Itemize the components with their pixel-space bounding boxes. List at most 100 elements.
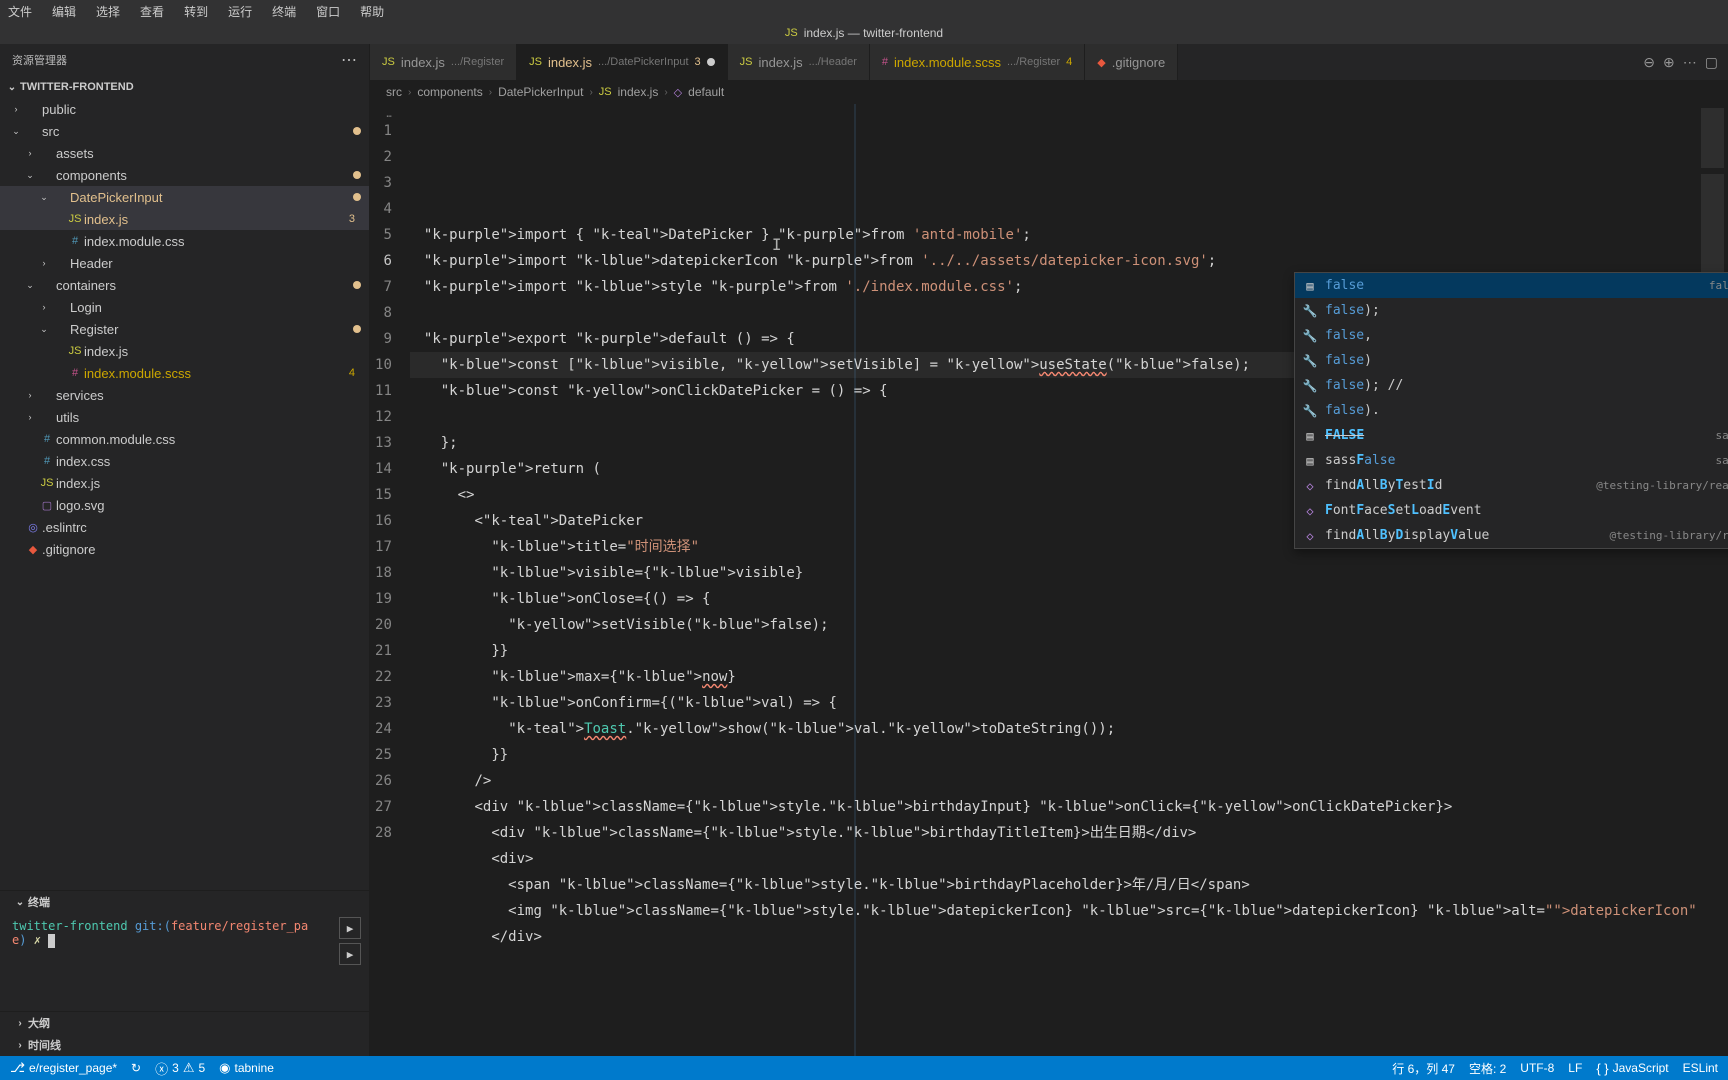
tree-item-label: services	[56, 388, 361, 403]
tree-item-label: common.module.css	[56, 432, 361, 447]
suggest-item[interactable]: 🔧false); //	[1295, 373, 1728, 398]
menu-view[interactable]: 查看	[140, 3, 164, 20]
tab-action-icon[interactable]: ⊖	[1643, 54, 1655, 71]
sb-spaces[interactable]: 空格: 2	[1469, 1060, 1506, 1077]
tree-item[interactable]: ›services	[0, 384, 369, 406]
tree-item-label: utils	[56, 410, 361, 425]
menu-terminal[interactable]: 终端	[272, 3, 296, 20]
menu-run[interactable]: 运行	[228, 3, 252, 20]
tree-item[interactable]: ⌄containers	[0, 274, 369, 296]
tree-item[interactable]: ⌄Register	[0, 318, 369, 340]
tree-item-label: Login	[70, 300, 361, 315]
tree-item-label: index.module.css	[84, 234, 361, 249]
tree-item[interactable]: ◆.gitignore	[0, 538, 369, 560]
breadcrumbs[interactable]: src› components› DatePickerInput› JS ind…	[370, 80, 1728, 104]
project-header[interactable]: ⌄ TWITTER-FRONTEND	[0, 76, 369, 98]
sb-tabnine[interactable]: ◉ tabnine	[219, 1060, 274, 1076]
tab-action-icon[interactable]: ▢	[1705, 54, 1718, 71]
chevron-down-icon: ⌄	[4, 82, 20, 93]
suggest-item[interactable]: ▤sassFalsesass	[1295, 448, 1728, 473]
tab-action-icon[interactable]: ⋯	[1683, 54, 1697, 71]
suggest-wrench-icon: 🔧	[1301, 373, 1319, 399]
tab-action-icon[interactable]: ⊕	[1663, 54, 1675, 71]
statusbar: ⎇ e/register_page* ↻ ⓧ3 ⚠5 ◉ tabnine 行 6…	[0, 1056, 1728, 1080]
suggest-item[interactable]: 🔧false)	[1295, 348, 1728, 373]
js-icon: JS	[66, 213, 84, 225]
outline-header[interactable]: ›大纲	[0, 1012, 369, 1034]
tree-item[interactable]: ›Header	[0, 252, 369, 274]
tree-item[interactable]: ⌄DatePickerInput	[0, 186, 369, 208]
sb-branch[interactable]: ⎇ e/register_page*	[10, 1060, 117, 1076]
suggest-item[interactable]: ◇findAllByDisplayValue@testing-library/r…	[1295, 523, 1728, 548]
eslint-icon: ◎	[24, 521, 42, 534]
sb-encoding[interactable]: UTF-8	[1520, 1061, 1554, 1075]
tree-item[interactable]: ›public	[0, 98, 369, 120]
editor-tab[interactable]: JSindex.js.../Header	[728, 44, 870, 80]
editor-tab[interactable]: #index.module.scss.../Register4	[870, 44, 1085, 80]
tree-item[interactable]: ›Login	[0, 296, 369, 318]
suggest-item[interactable]: ◇findAllByTestId@testing-library/react	[1295, 473, 1728, 498]
css-icon: #	[38, 433, 56, 445]
terminal-kill-icon[interactable]: ▶	[339, 917, 361, 939]
tree-item-label: .gitignore	[42, 542, 361, 557]
js-icon: JS	[38, 477, 56, 489]
tree-item[interactable]: #common.module.css	[0, 428, 369, 450]
menu-edit[interactable]: 编辑	[52, 3, 76, 20]
tree-item[interactable]: ◎.eslintrc	[0, 516, 369, 538]
menu-file[interactable]: 文件	[8, 3, 32, 20]
indent-ruler	[854, 104, 856, 1056]
suggest-item[interactable]: ▤falsefalse	[1295, 273, 1728, 298]
dirty-indicator-icon	[707, 58, 715, 66]
minimap[interactable]	[1697, 104, 1728, 1056]
sb-problems[interactable]: ⓧ3 ⚠5	[155, 1059, 205, 1078]
tree-item[interactable]: JSindex.js3	[0, 208, 369, 230]
tree-item[interactable]: ⌄src	[0, 120, 369, 142]
tree-item[interactable]: ›utils	[0, 406, 369, 428]
menu-window[interactable]: 窗口	[316, 3, 340, 20]
suggest-item[interactable]: 🔧false,	[1295, 323, 1728, 348]
suggest-widget[interactable]: ▤falsefalse🔧false);🔧false,🔧false)🔧false)…	[1294, 272, 1728, 549]
tree-item[interactable]: #index.module.css	[0, 230, 369, 252]
suggest-item[interactable]: 🔧false).	[1295, 398, 1728, 423]
terminal-run-icon[interactable]: ▶	[339, 943, 361, 965]
css-icon: #	[38, 455, 56, 467]
editor-tab[interactable]: ◆.gitignore	[1085, 44, 1178, 80]
js-icon: JS	[529, 56, 542, 68]
tree-item[interactable]: #index.module.scss4	[0, 362, 369, 384]
menu-select[interactable]: 选择	[96, 3, 120, 20]
tree-item[interactable]: JSindex.js	[0, 472, 369, 494]
suggest-item[interactable]: ◇FontFaceSetLoadEvent	[1295, 498, 1728, 523]
code-editor[interactable]: ⋯123456789101112131415161718192021222324…	[370, 104, 1728, 1056]
tree-item[interactable]: ›assets	[0, 142, 369, 164]
terminal-body[interactable]: ▶ ▶ twitter-frontend git:(feature/regist…	[0, 913, 369, 1011]
sidebar: 资源管理器 ⋯ ⌄ TWITTER-FRONTEND ›public⌄src›a…	[0, 44, 370, 1056]
suggest-item[interactable]: 🔧false);	[1295, 298, 1728, 323]
menu-help[interactable]: 帮助	[360, 3, 384, 20]
sb-sync[interactable]: ↻	[131, 1061, 141, 1075]
sb-cursor[interactable]: 行 6，列 47	[1392, 1060, 1455, 1077]
code-content[interactable]: I "k-purple">import { "k-teal">DatePicke…	[410, 104, 1697, 1056]
file-tree: ›public⌄src›assets⌄components⌄DatePicker…	[0, 98, 369, 890]
terminal-header[interactable]: ⌄ 终端	[0, 891, 369, 913]
warning-icon: ⚠	[183, 1060, 195, 1076]
editor-tabs: JSindex.js.../RegisterJSindex.js.../Date…	[370, 44, 1728, 80]
tree-item[interactable]: #index.css	[0, 450, 369, 472]
tree-item[interactable]: JSindex.js	[0, 340, 369, 362]
suggest-item[interactable]: ▤FALSEsass	[1295, 423, 1728, 448]
js-icon: JS	[382, 56, 395, 68]
tree-item[interactable]: ▢logo.svg	[0, 494, 369, 516]
more-icon[interactable]: ⋯	[341, 50, 357, 70]
editor-tab[interactable]: JSindex.js.../DatePickerInput3	[517, 44, 728, 80]
menu-goto[interactable]: 转到	[184, 3, 208, 20]
timeline-header[interactable]: ›时间线	[0, 1034, 369, 1056]
tree-item[interactable]: ⌄components	[0, 164, 369, 186]
sb-eol[interactable]: LF	[1568, 1061, 1582, 1075]
sb-lang[interactable]: { } JavaScript	[1596, 1061, 1668, 1076]
sb-eslint[interactable]: ESLint	[1683, 1061, 1718, 1075]
title-file-icon: JS	[785, 27, 798, 39]
suggest-box-icon: ◇	[1301, 523, 1319, 549]
line-gutter: ⋯123456789101112131415161718192021222324…	[370, 104, 410, 1056]
editor-tab[interactable]: JSindex.js.../Register	[370, 44, 517, 80]
suggest-snip-icon: ▤	[1301, 448, 1319, 474]
tree-item-label: index.js	[56, 476, 361, 491]
